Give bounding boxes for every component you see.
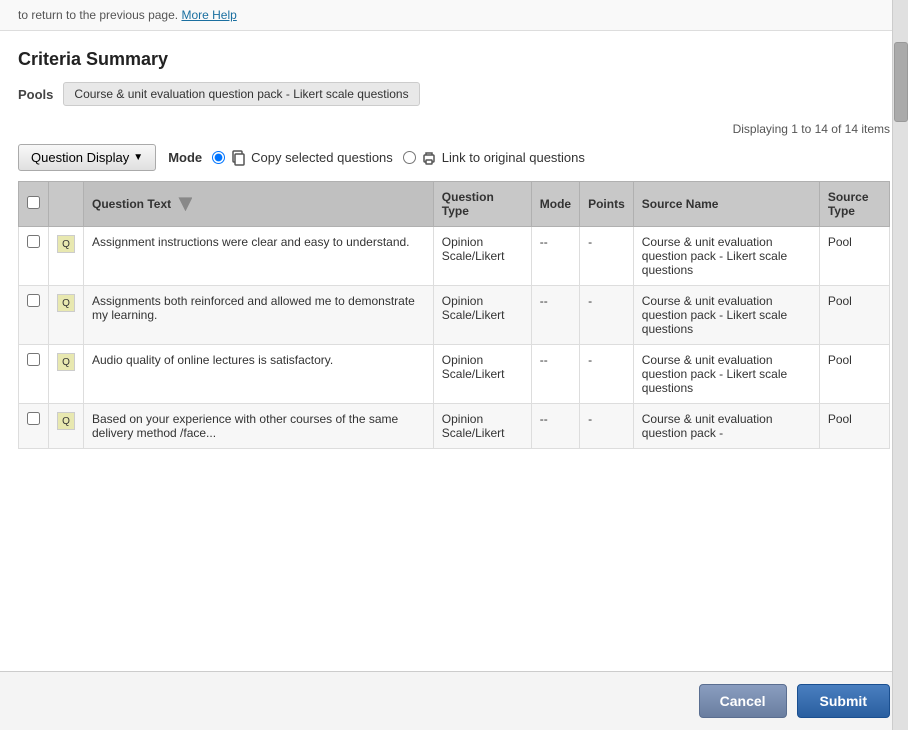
copy-label: Copy selected questions — [251, 150, 393, 165]
source-name-cell: Course & unit evaluation question pack -… — [633, 227, 819, 286]
row-icon-cell: Q — [49, 345, 84, 404]
row-checkbox[interactable] — [27, 294, 40, 307]
row-checkbox-cell — [19, 227, 49, 286]
question-text-cell: Audio quality of online lectures is sati… — [84, 345, 434, 404]
questions-table: Question Text Question Type Mode Points … — [18, 181, 890, 449]
source-name-cell: Course & unit evaluation question pack -… — [633, 345, 819, 404]
row-icon-cell: Q — [49, 227, 84, 286]
content-area: Criteria Summary Pools Course & unit eva… — [0, 31, 908, 671]
mode-cell: -- — [531, 227, 579, 286]
points-cell: - — [580, 227, 634, 286]
toolbar-row: Question Display Mode Copy selected ques… — [18, 144, 890, 171]
link-radio-option[interactable]: Link to original questions — [403, 150, 585, 166]
row-icon-cell: Q — [49, 404, 84, 449]
link-radio-input[interactable] — [403, 151, 416, 164]
copy-radio-input[interactable] — [212, 151, 225, 164]
row-icon-cell: Q — [49, 286, 84, 345]
pools-label: Pools — [18, 87, 53, 102]
mode-header: Mode — [531, 182, 579, 227]
mode-cell: -- — [531, 286, 579, 345]
points-header: Points — [580, 182, 634, 227]
row-checkbox[interactable] — [27, 235, 40, 248]
question-type-cell: Opinion Scale/Likert — [433, 404, 531, 449]
table-row: Q Assignment instructions were clear and… — [19, 227, 890, 286]
printer-icon — [421, 150, 437, 166]
row-checkbox-cell — [19, 286, 49, 345]
question-icon: Q — [57, 294, 75, 312]
row-checkbox-cell — [19, 345, 49, 404]
pool-tag: Course & unit evaluation question pack -… — [63, 82, 419, 106]
top-link-text: to return to the previous page. — [18, 8, 178, 22]
row-checkbox[interactable] — [27, 353, 40, 366]
source-name-cell: Course & unit evaluation question pack -… — [633, 286, 819, 345]
table-row: Q Audio quality of online lectures is sa… — [19, 345, 890, 404]
points-cell: - — [580, 286, 634, 345]
mode-cell: -- — [531, 404, 579, 449]
question-type-cell: Opinion Scale/Likert — [433, 227, 531, 286]
header-icon-col — [49, 182, 84, 227]
source-type-cell: Pool — [819, 345, 889, 404]
table-row: Q Assignments both reinforced and allowe… — [19, 286, 890, 345]
footer-bar: Cancel Submit — [0, 671, 908, 730]
mode-section: Mode Copy selected questions — [168, 150, 585, 166]
scrollbar[interactable] — [892, 0, 908, 730]
question-type-cell: Opinion Scale/Likert — [433, 286, 531, 345]
row-checkbox[interactable] — [27, 412, 40, 425]
source-name-cell: Course & unit evaluation question pack - — [633, 404, 819, 449]
header-checkbox-col — [19, 182, 49, 227]
source-type-cell: Pool — [819, 286, 889, 345]
submit-button[interactable]: Submit — [797, 684, 890, 718]
source-name-header: Source Name — [633, 182, 819, 227]
points-cell: - — [580, 404, 634, 449]
scrollbar-thumb[interactable] — [894, 42, 908, 122]
question-text-cell: Assignments both reinforced and allowed … — [84, 286, 434, 345]
question-display-button[interactable]: Question Display — [18, 144, 156, 171]
more-help-link[interactable]: More Help — [181, 8, 236, 22]
top-link-bar: to return to the previous page. More Hel… — [0, 0, 908, 31]
copy-radio-option[interactable]: Copy selected questions — [212, 150, 393, 166]
mode-cell: -- — [531, 345, 579, 404]
page-title: Criteria Summary — [18, 49, 890, 70]
question-icon: Q — [57, 412, 75, 430]
question-text-cell: Assignment instructions were clear and e… — [84, 227, 434, 286]
mode-label: Mode — [168, 150, 202, 165]
question-type-cell: Opinion Scale/Likert — [433, 345, 531, 404]
question-type-header: Question Type — [433, 182, 531, 227]
source-type-cell: Pool — [819, 227, 889, 286]
link-label: Link to original questions — [442, 150, 585, 165]
question-text-cell: Based on your experience with other cour… — [84, 404, 434, 449]
source-type-header: Source Type — [819, 182, 889, 227]
sort-icon — [178, 197, 192, 211]
question-icon: Q — [57, 235, 75, 253]
pools-row: Pools Course & unit evaluation question … — [18, 82, 890, 106]
table-row: Q Based on your experience with other co… — [19, 404, 890, 449]
question-text-header: Question Text — [84, 182, 434, 227]
copy-icon — [230, 150, 246, 166]
table-header-row: Displaying 1 to 14 of 14 items — [18, 122, 890, 136]
displaying-text: Displaying 1 to 14 of 14 items — [733, 122, 890, 136]
points-cell: - — [580, 345, 634, 404]
select-all-checkbox[interactable] — [27, 196, 40, 209]
row-checkbox-cell — [19, 404, 49, 449]
source-type-cell: Pool — [819, 404, 889, 449]
cancel-button[interactable]: Cancel — [699, 684, 787, 718]
question-icon: Q — [57, 353, 75, 371]
